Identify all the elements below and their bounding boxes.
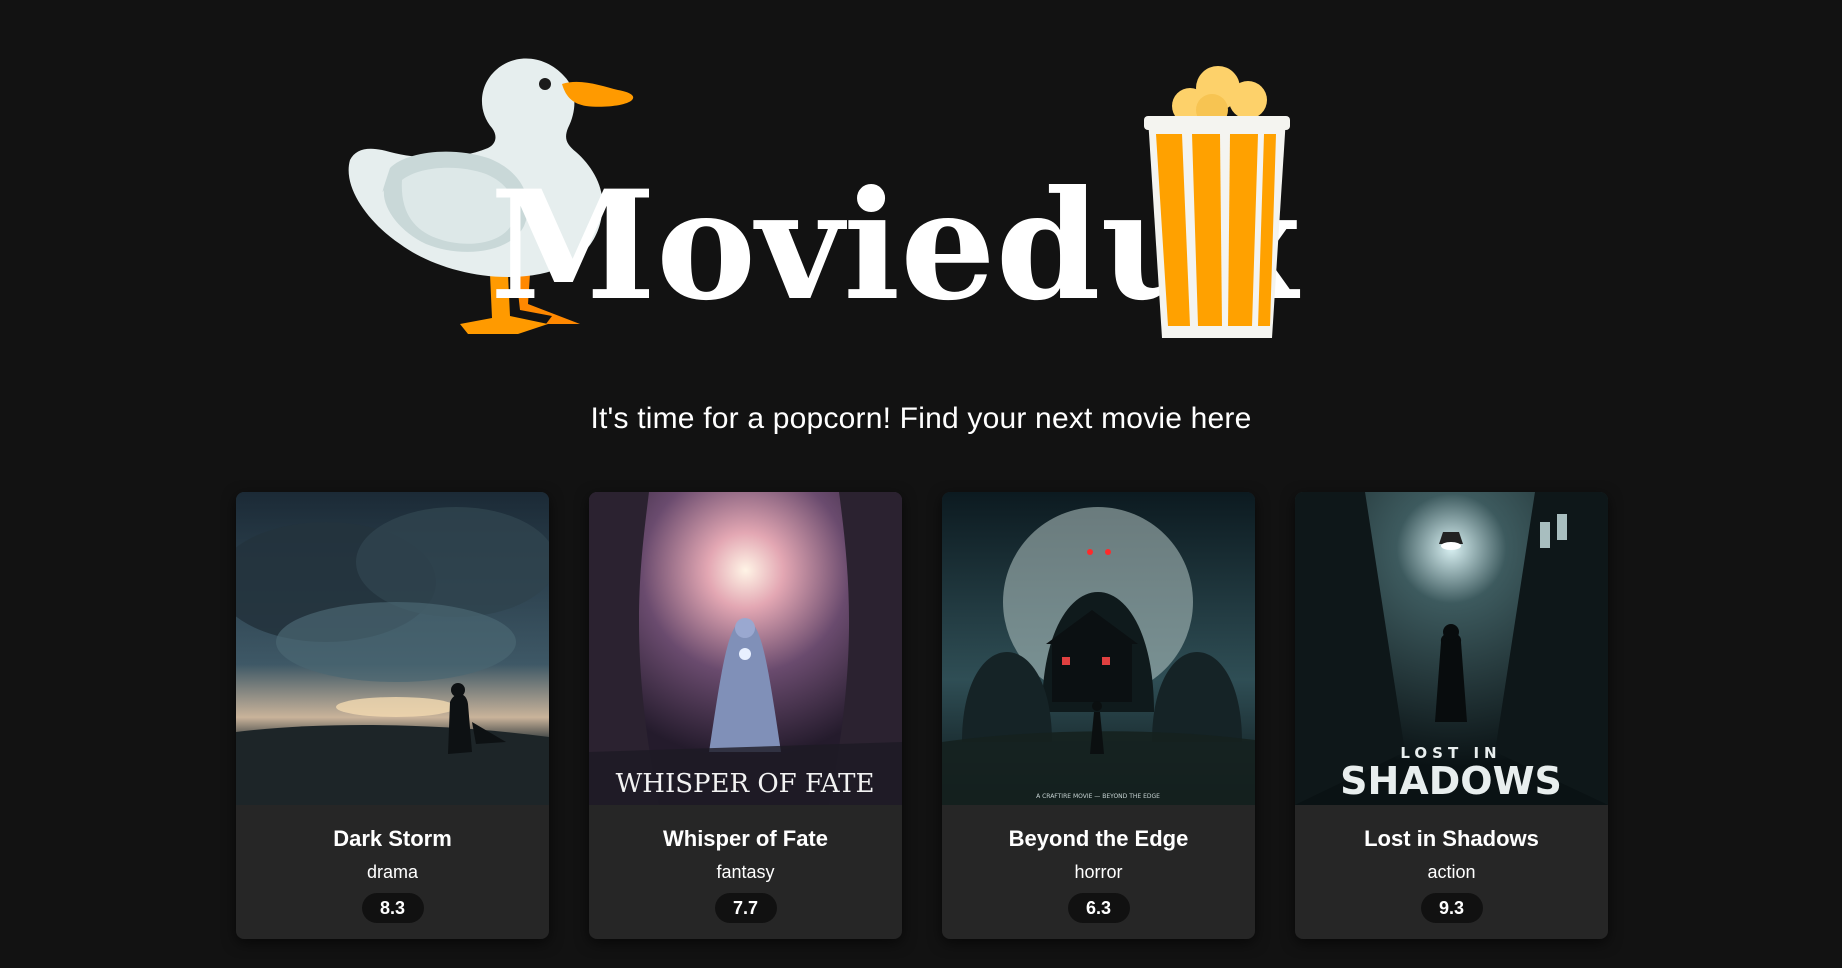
movie-poster: LOST IN SHADOWS: [1295, 492, 1608, 805]
movie-grid: Dark Storm drama 8.3 WHISPER OF FATE Whi…: [236, 492, 1608, 939]
movie-card-whisper-of-fate[interactable]: WHISPER OF FATE Whisper of Fate fantasy …: [589, 492, 902, 939]
movie-poster: WHISPER OF FATE: [589, 492, 902, 805]
rating-badge: 7.7: [714, 893, 777, 923]
movie-title: Dark Storm: [333, 826, 452, 851]
poster-credit-text: A CRAFTIRE MOVIE — BEYOND THE EDGE: [1036, 793, 1160, 800]
movie-title: Lost in Shadows: [1364, 826, 1539, 851]
rating-badge: 9.3: [1420, 893, 1483, 923]
popcorn-icon: [1144, 66, 1290, 338]
poster-title-text: WHISPER OF FATE: [616, 769, 875, 799]
poster-title-bottom: SHADOWS: [1340, 759, 1562, 803]
movie-genre: drama: [366, 862, 419, 882]
rating-badge: 6.3: [1067, 893, 1130, 923]
movie-title: Beyond the Edge: [1008, 826, 1189, 851]
rating-badge: 8.3: [361, 893, 424, 923]
movie-poster: A CRAFTIRE MOVIE — BEYOND THE EDGE: [942, 492, 1255, 805]
movie-genre: horror: [1074, 862, 1123, 882]
movie-poster: [236, 492, 549, 805]
movie-genre: fantasy: [716, 862, 775, 882]
page: Moviedux It's time for a popcorn! Find y…: [0, 0, 1842, 968]
movie-card-lost-in-shadows[interactable]: LOST IN SHADOWS Lost in Shadows action 9…: [1295, 492, 1608, 939]
movie-genre: action: [1427, 862, 1476, 882]
movie-card-beyond-the-edge[interactable]: A CRAFTIRE MOVIE — BEYOND THE EDGE Beyon…: [942, 492, 1255, 939]
moviedux-logo: Moviedux: [340, 48, 1450, 358]
movie-card-dark-storm[interactable]: Dark Storm drama 8.3: [236, 492, 549, 939]
tagline: It's time for a popcorn! Find your next …: [590, 402, 1252, 435]
movie-title: Whisper of Fate: [662, 826, 828, 851]
